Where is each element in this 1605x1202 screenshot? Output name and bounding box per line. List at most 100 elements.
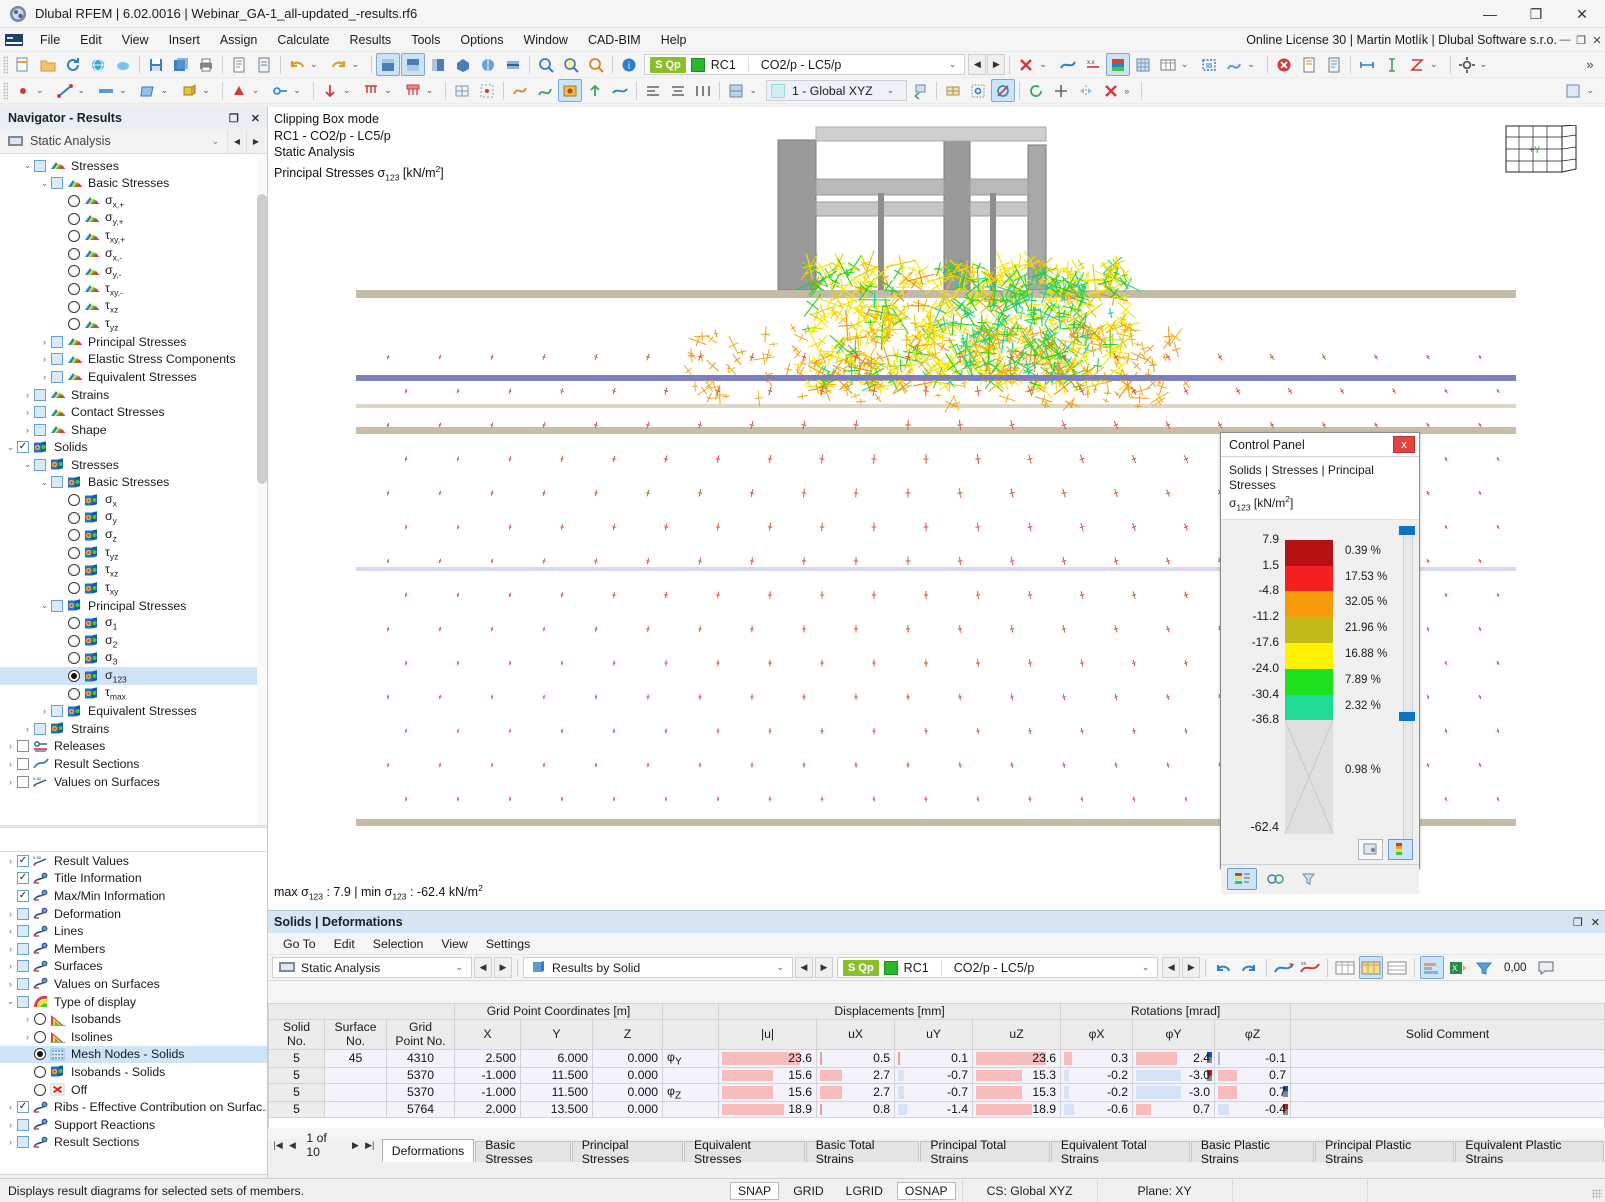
secondary-toolbar-grip[interactable] (3, 82, 8, 100)
load-case-caret-icon[interactable]: ⌄ (949, 59, 965, 70)
results-load-case-prev-button[interactable]: ◀ (1162, 957, 1180, 978)
tree-item-y[interactable]: σy,- (0, 263, 267, 281)
undo-dropdown-caret[interactable]: ⌄ (310, 59, 326, 70)
radio-button[interactable] (34, 1084, 46, 1096)
tree-item-off[interactable]: Off (0, 1081, 267, 1099)
contour-icon[interactable] (608, 79, 632, 102)
menu-edit[interactable]: Edit (70, 30, 112, 50)
tree-item-result-sections[interactable]: ›Result Sections (0, 1134, 267, 1152)
line-icon[interactable] (53, 79, 77, 102)
tree-item-title-information[interactable]: Title Information (0, 870, 267, 888)
table-row[interactable]: 557642.00013.5000.00018.90.8-1.418.9-0.6… (269, 1102, 1605, 1118)
radio-button[interactable] (68, 230, 80, 242)
tree-item-ribs-effective-contribution-on-surfac[interactable]: ›Ribs - Effective Contribution on Surfac… (0, 1098, 267, 1116)
chevron-right-icon[interactable]: › (38, 337, 51, 347)
cell-ux[interactable]: 2.7 (817, 1068, 895, 1084)
results-by-prev-button[interactable]: ◀ (795, 957, 813, 978)
radio-button[interactable] (68, 213, 80, 225)
cell-uz[interactable]: 15.3 (973, 1083, 1061, 1101)
radio-button[interactable] (68, 582, 80, 594)
view-rotate-icon[interactable] (1024, 79, 1048, 102)
checkbox[interactable] (51, 336, 63, 348)
result-tab-equivalent-total-strains[interactable]: Equivalent Total Strains (1051, 1141, 1190, 1162)
color-band-2[interactable] (1285, 591, 1333, 617)
cell-u[interactable]: 18.9 (719, 1102, 817, 1118)
open-file-icon[interactable] (36, 53, 60, 76)
tree-item-isobands-solids[interactable]: Isobands - Solids (0, 1063, 267, 1081)
save-icon[interactable] (144, 53, 168, 76)
chevron-right-icon[interactable]: › (21, 407, 34, 417)
tree-item-stresses[interactable]: ⌄Stresses (0, 456, 267, 474)
results-by-next-button[interactable]: ▶ (815, 957, 833, 978)
checkbox[interactable] (17, 872, 29, 884)
radio-button[interactable] (68, 301, 80, 313)
checkbox[interactable] (17, 996, 29, 1008)
column-header-5[interactable]: Z (593, 1019, 663, 1049)
cell-coord-y[interactable]: 11.500 (521, 1068, 593, 1084)
navigator-close-button[interactable]: ✕ (248, 112, 263, 125)
column-header-11[interactable]: φX (1061, 1019, 1133, 1049)
cell-phiz[interactable]: -0.4 (1215, 1102, 1291, 1118)
cs-edit-icon[interactable] (908, 79, 932, 102)
tree-item-max[interactable]: τmax (0, 685, 267, 703)
results-analysis-caret-icon[interactable]: ⌄ (455, 962, 471, 973)
cell-ux[interactable]: 2.7 (817, 1083, 895, 1101)
tree-item-x[interactable]: σx (0, 491, 267, 509)
color-band-inactive[interactable] (1285, 720, 1333, 834)
column-header-8[interactable]: uX (817, 1019, 895, 1049)
load-case-selector[interactable]: S Qp RC1 CO2/p - LC5/p ⌄ (644, 54, 965, 75)
menu-assign[interactable]: Assign (210, 30, 268, 50)
radio-button[interactable] (68, 670, 80, 682)
load-node-icon[interactable] (318, 79, 342, 102)
nodal-mesh-icon[interactable] (450, 79, 474, 102)
cell-uy[interactable]: -0.7 (895, 1068, 973, 1084)
cell-u[interactable]: 15.6 (719, 1083, 817, 1101)
chevron-right-icon[interactable]: › (21, 1032, 34, 1042)
tree-item-strains[interactable]: ›Strains (0, 386, 267, 404)
pager-prev-button[interactable]: ◀ (286, 1140, 298, 1151)
tree-item-lines[interactable]: ›Lines (0, 922, 267, 940)
colorscale-icon[interactable] (1388, 839, 1413, 860)
chevron-right-icon[interactable]: › (4, 856, 17, 866)
cell-marker[interactable]: φY (663, 1049, 719, 1067)
cs-caret-icon[interactable]: ⌄ (873, 85, 903, 96)
work-plane-icon[interactable] (941, 79, 965, 102)
node-caret-icon[interactable]: ⌄ (36, 85, 52, 96)
load-line-caret-icon[interactable]: ⌄ (384, 85, 400, 96)
chevron-down-icon[interactable]: ⌄ (38, 600, 51, 611)
model-viewport[interactable]: Clipping Box mode RC1 - CO2/p - LC5/p St… (268, 107, 1605, 910)
result-tab-basic-plastic-strains[interactable]: Basic Plastic Strains (1191, 1141, 1314, 1162)
cell-marker[interactable] (663, 1102, 719, 1118)
delete-icon[interactable] (1099, 79, 1123, 102)
section-cut-icon[interactable] (508, 79, 532, 102)
settings-icon[interactable] (1455, 53, 1479, 76)
resize-grip[interactable] (1592, 1189, 1602, 1199)
tree-item-xz[interactable]: τxz (0, 562, 267, 580)
grid-icon[interactable] (966, 79, 990, 102)
checkbox[interactable] (51, 476, 63, 488)
radio-button[interactable] (68, 265, 80, 277)
cell-grid-point-no[interactable]: 5764 (387, 1102, 455, 1118)
results-menu-go-to[interactable]: Go To (274, 935, 325, 953)
tree-item-x[interactable]: σx,- (0, 245, 267, 263)
undo-icon[interactable] (285, 53, 309, 76)
cell-u[interactable]: 23.6 (719, 1049, 817, 1067)
toolbar-grip[interactable] (3, 56, 8, 74)
cell-phiy[interactable]: 2.4 (1133, 1049, 1215, 1067)
radio-button[interactable] (68, 564, 80, 576)
support-icon[interactable] (227, 79, 251, 102)
report-icon[interactable] (1322, 53, 1346, 76)
mdi-close-button[interactable]: ✕ (1589, 28, 1605, 52)
settings-caret-icon[interactable]: ⌄ (1480, 59, 1496, 70)
result-tab-principal-total-strains[interactable]: Principal Total Strains (920, 1141, 1049, 1162)
checkbox[interactable] (17, 1119, 29, 1131)
tree-item-x[interactable]: σx,+ (0, 192, 267, 210)
checkbox[interactable] (51, 371, 63, 383)
tree-item-mesh-nodes-solids[interactable]: Mesh Nodes - Solids (0, 1046, 267, 1064)
solid-result-icon[interactable] (558, 79, 582, 102)
radio-button[interactable] (68, 652, 80, 664)
tree-item-y[interactable]: σy,+ (0, 210, 267, 228)
control-panel-tab-factors[interactable] (1260, 868, 1290, 890)
results-menu-selection[interactable]: Selection (364, 935, 433, 953)
zoom-window-icon[interactable] (534, 53, 558, 76)
